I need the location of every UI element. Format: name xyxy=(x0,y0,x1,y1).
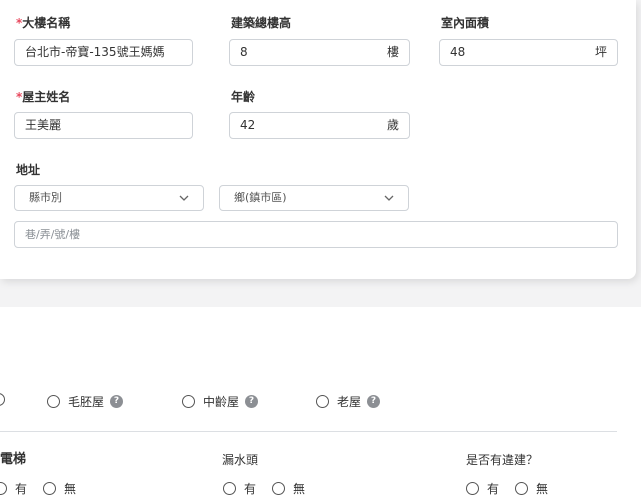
owner-name-input[interactable]: 王美麗 xyxy=(14,112,193,139)
elevator-label: 電梯 xyxy=(0,452,27,467)
illegal-build-yes-radio[interactable] xyxy=(466,482,479,495)
illegal-build-yes-label: 有 xyxy=(487,482,500,496)
radio-button[interactable] xyxy=(47,395,60,408)
leaking-yes-label: 有 xyxy=(244,482,257,496)
district-select[interactable]: 鄉(鎮市區) xyxy=(219,185,409,211)
total-floors-unit: 樓 xyxy=(386,45,399,59)
county-select[interactable]: 縣市別 xyxy=(14,185,204,211)
building-name-label: *大樓名稱 xyxy=(16,16,70,30)
indoor-area-label: 室內面積 xyxy=(441,16,490,30)
radio-button[interactable] xyxy=(0,393,5,406)
age-label: 年齡 xyxy=(231,90,256,104)
house-type-option-middle-aged[interactable]: 中齡屋 ? xyxy=(182,393,259,410)
help-icon[interactable]: ? xyxy=(367,395,381,408)
house-type-label: 中齡屋 xyxy=(203,395,240,409)
age-value: 42 xyxy=(240,118,256,132)
building-name-value: 台北市-帝寶-135號王媽媽 xyxy=(25,45,165,59)
house-type-option-rough[interactable]: 毛胚屋 ? xyxy=(47,393,124,410)
total-floors-input[interactable]: 8 樓 xyxy=(229,39,410,66)
address-label: 地址 xyxy=(16,163,41,177)
elevator-no-radio[interactable] xyxy=(43,482,57,495)
leaking-options: 有 無 xyxy=(223,480,305,497)
indoor-area-unit: 坪 xyxy=(594,45,607,59)
owner-name-label-text: 屋主姓名 xyxy=(22,90,71,104)
illegal-build-no-label: 無 xyxy=(536,482,549,496)
leaking-no-label: 無 xyxy=(293,482,306,496)
help-icon[interactable]: ? xyxy=(245,395,259,408)
building-name-label-text: 大樓名稱 xyxy=(22,16,71,30)
illegal-build-options: 有 無 xyxy=(466,480,548,497)
house-type-label: 老屋 xyxy=(337,395,362,409)
total-floors-label: 建築總樓高 xyxy=(231,16,292,30)
elevator-yes-label: 有 xyxy=(15,482,28,496)
owner-name-value: 王美麗 xyxy=(25,118,62,132)
elevator-options: 有 無 xyxy=(0,480,76,497)
indoor-area-value: 48 xyxy=(450,45,466,59)
building-name-input[interactable]: 台北市-帝寶-135號王媽媽 xyxy=(14,39,193,66)
elevator-no-label: 無 xyxy=(64,482,77,496)
age-input[interactable]: 42 歲 xyxy=(229,112,410,139)
elevator-yes-radio[interactable] xyxy=(0,482,7,495)
chevron-down-icon xyxy=(179,195,189,201)
illegal-build-no-radio[interactable] xyxy=(515,482,529,495)
illegal-build-label: 是否有違建？ xyxy=(466,453,539,467)
street-address-input[interactable]: 巷/弄/號/樓 xyxy=(14,221,618,248)
leaking-no-radio[interactable] xyxy=(272,482,286,495)
radio-button[interactable] xyxy=(182,395,195,408)
age-unit: 歲 xyxy=(386,118,399,132)
street-address-placeholder: 巷/弄/號/樓 xyxy=(25,228,81,241)
house-type-label: 毛胚屋 xyxy=(68,395,105,409)
house-type-option-old[interactable]: 老屋 ? xyxy=(316,393,381,410)
leaking-yes-radio[interactable] xyxy=(223,482,236,495)
leaking-label: 漏水頭 xyxy=(222,453,259,467)
house-type-option-hidden[interactable] xyxy=(0,393,13,406)
section-divider xyxy=(0,431,617,432)
building-info-card: *大樓名稱 台北市-帝寶-135號王媽媽 建築總樓高 8 樓 室內面積 48 坪… xyxy=(0,0,636,279)
chevron-down-icon xyxy=(384,195,394,201)
total-floors-value: 8 xyxy=(240,45,248,59)
county-select-value: 縣市別 xyxy=(29,191,62,204)
indoor-area-input[interactable]: 48 坪 xyxy=(439,39,618,66)
owner-name-label: *屋主姓名 xyxy=(16,90,70,104)
district-select-value: 鄉(鎮市區) xyxy=(234,191,287,204)
radio-button[interactable] xyxy=(316,395,329,408)
help-icon[interactable]: ? xyxy=(110,395,124,408)
